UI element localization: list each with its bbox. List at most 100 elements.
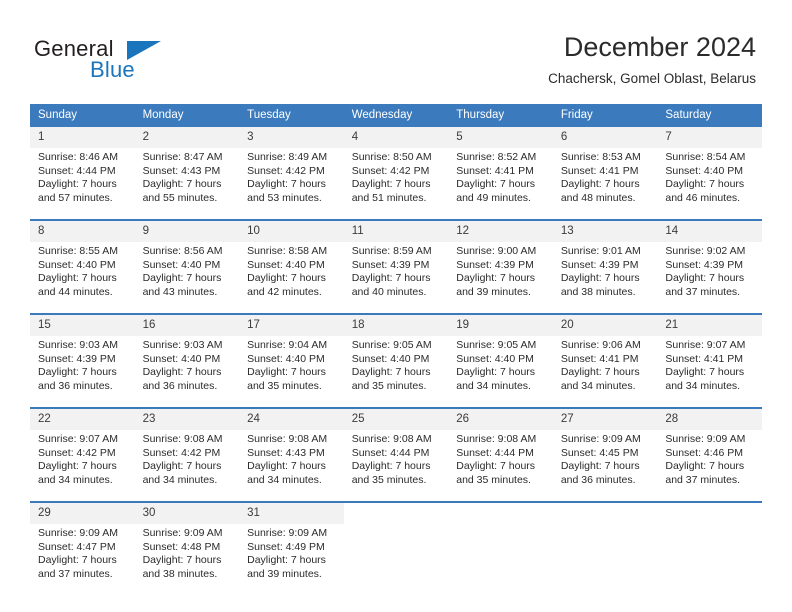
day-daylight2-text: and 34 minutes. bbox=[38, 473, 113, 486]
day-sun-info: Sunrise: 8:52 AM Sunset: 4:41 PM Daylight:… bbox=[448, 148, 553, 219]
day-daylight2-text: and 48 minutes. bbox=[560, 191, 636, 204]
day-sun-info: Sunrise: 9:03 AM Sunset: 4:39 PM Daylight:… bbox=[30, 336, 135, 407]
day-number[interactable]: 18 bbox=[343, 315, 449, 336]
day-sun-info: Sunrise: 9:09 AM Sunset: 4:49 PM Daylight:… bbox=[239, 524, 344, 595]
day-number[interactable]: 10 bbox=[239, 221, 344, 242]
calendar-header-row: Sunday Monday Tuesday Wednesday Thursday Frid… bbox=[30, 104, 762, 127]
day-sunrise-text: Sunrise: 9:09 AM bbox=[38, 527, 118, 539]
calendar-body: 1 2 3 4 5 6 7 Sunrise: 8:46 AM Sunset: 4:44 PM Da… bbox=[30, 127, 762, 595]
day-sunrise-text: Sunrise: 9:01 AM bbox=[560, 245, 641, 257]
day-sunrise-text: Sunrise: 8:47 AM bbox=[142, 151, 223, 163]
day-number[interactable]: 4 bbox=[343, 127, 449, 148]
day-daylight1-text: Daylight: 7 hours bbox=[560, 366, 640, 379]
day-daylight1-text: Daylight: 7 hours bbox=[247, 460, 326, 473]
day-number[interactable]: 28 bbox=[657, 409, 762, 430]
day-number[interactable]: 22 bbox=[30, 409, 135, 430]
weekday-header-monday: Monday bbox=[134, 104, 240, 127]
day-number[interactable]: 29 bbox=[30, 503, 135, 524]
day-sun-info: Sunrise: 8:46 AM Sunset: 4:44 PM Daylight:… bbox=[30, 148, 135, 219]
day-sun-info: Sunrise: 9:04 AM Sunset: 4:40 PM Daylight:… bbox=[239, 336, 344, 407]
day-daylight2-text: and 35 minutes. bbox=[351, 379, 427, 392]
day-daylight2-text: and 39 minutes. bbox=[247, 567, 322, 580]
day-sun-info: Sunrise: 9:09 AM Sunset: 4:47 PM Daylight:… bbox=[30, 524, 135, 595]
day-number[interactable]: 23 bbox=[134, 409, 240, 430]
day-daylight2-text: and 42 minutes. bbox=[247, 285, 322, 298]
day-number[interactable]: 1 bbox=[30, 127, 135, 148]
day-sunset-text: Sunset: 4:39 PM bbox=[38, 352, 116, 365]
day-sun-info: Sunrise: 9:09 AM Sunset: 4:46 PM Daylight:… bbox=[657, 430, 762, 501]
day-number[interactable]: 2 bbox=[134, 127, 240, 148]
day-daylight1-text: Daylight: 7 hours bbox=[351, 272, 431, 285]
day-sunrise-text: Sunrise: 8:54 AM bbox=[665, 151, 746, 163]
day-sunset-text: Sunset: 4:41 PM bbox=[560, 164, 639, 177]
day-sun-info: Sunrise: 9:00 AM Sunset: 4:39 PM Daylight:… bbox=[448, 242, 553, 313]
day-daylight2-text: and 35 minutes. bbox=[247, 379, 322, 392]
day-sunrise-text: Sunrise: 9:09 AM bbox=[665, 433, 746, 445]
day-cell-empty bbox=[448, 503, 553, 524]
day-daylight1-text: Daylight: 7 hours bbox=[351, 366, 431, 379]
day-sunrise-text: Sunrise: 9:05 AM bbox=[456, 339, 537, 351]
day-number[interactable]: 27 bbox=[552, 409, 658, 430]
weekday-header-tuesday: Tuesday bbox=[239, 104, 344, 127]
week-info-row: Sunrise: 8:55 AM Sunset: 4:40 PM Daylight:… bbox=[30, 242, 762, 313]
day-sunset-text: Sunset: 4:39 PM bbox=[456, 258, 534, 271]
day-sun-info: Sunrise: 9:03 AM Sunset: 4:40 PM Daylight:… bbox=[134, 336, 240, 407]
day-sunrise-text: Sunrise: 9:09 AM bbox=[142, 527, 223, 539]
day-number[interactable]: 9 bbox=[134, 221, 240, 242]
day-sunrise-text: Sunrise: 8:50 AM bbox=[351, 151, 432, 163]
day-daylight2-text: and 51 minutes. bbox=[351, 191, 427, 204]
day-daylight1-text: Daylight: 7 hours bbox=[456, 178, 536, 191]
day-cell-empty bbox=[657, 503, 762, 524]
day-sunset-text: Sunset: 4:44 PM bbox=[351, 446, 430, 459]
day-number[interactable]: 25 bbox=[343, 409, 449, 430]
day-number[interactable]: 7 bbox=[657, 127, 762, 148]
day-daylight2-text: and 37 minutes. bbox=[38, 567, 113, 580]
general-blue-logo[interactable]: General Blue bbox=[34, 36, 224, 88]
day-number[interactable]: 16 bbox=[134, 315, 240, 336]
day-info-empty bbox=[552, 524, 658, 595]
day-number[interactable]: 11 bbox=[343, 221, 449, 242]
day-sun-info: Sunrise: 9:08 AM Sunset: 4:42 PM Daylight:… bbox=[134, 430, 240, 501]
day-daylight2-text: and 40 minutes. bbox=[351, 285, 427, 298]
day-number[interactable]: 15 bbox=[30, 315, 135, 336]
day-number[interactable]: 5 bbox=[448, 127, 553, 148]
day-number[interactable]: 31 bbox=[239, 503, 344, 524]
day-sunset-text: Sunset: 4:40 PM bbox=[351, 352, 430, 365]
day-sunrise-text: Sunrise: 8:55 AM bbox=[38, 245, 118, 257]
day-sunset-text: Sunset: 4:49 PM bbox=[247, 540, 325, 553]
day-number[interactable]: 21 bbox=[657, 315, 762, 336]
day-number[interactable]: 12 bbox=[448, 221, 553, 242]
day-number[interactable]: 6 bbox=[552, 127, 658, 148]
day-number[interactable]: 30 bbox=[134, 503, 240, 524]
day-sun-info: Sunrise: 9:08 AM Sunset: 4:44 PM Daylight:… bbox=[448, 430, 553, 501]
day-number[interactable]: 17 bbox=[239, 315, 344, 336]
day-daylight2-text: and 38 minutes. bbox=[560, 285, 636, 298]
day-number[interactable]: 19 bbox=[448, 315, 553, 336]
day-number[interactable]: 20 bbox=[552, 315, 658, 336]
day-sunrise-text: Sunrise: 9:09 AM bbox=[560, 433, 641, 445]
day-sunrise-text: Sunrise: 9:08 AM bbox=[247, 433, 328, 445]
day-sun-info: Sunrise: 9:07 AM Sunset: 4:42 PM Daylight:… bbox=[30, 430, 135, 501]
day-sunrise-text: Sunrise: 9:09 AM bbox=[247, 527, 328, 539]
day-sunrise-text: Sunrise: 9:08 AM bbox=[142, 433, 223, 445]
day-number[interactable]: 14 bbox=[657, 221, 762, 242]
week-daynumber-row: 22 23 24 25 26 27 28 bbox=[30, 409, 762, 430]
day-sunrise-text: Sunrise: 8:46 AM bbox=[38, 151, 118, 163]
day-number[interactable]: 24 bbox=[239, 409, 344, 430]
day-daylight2-text: and 34 minutes. bbox=[456, 379, 531, 392]
day-number[interactable]: 8 bbox=[30, 221, 135, 242]
day-sun-info: Sunrise: 8:50 AM Sunset: 4:42 PM Daylight:… bbox=[343, 148, 449, 219]
day-number[interactable]: 3 bbox=[239, 127, 344, 148]
day-info-empty bbox=[343, 524, 449, 595]
day-sun-info: Sunrise: 9:06 AM Sunset: 4:41 PM Daylight:… bbox=[552, 336, 658, 407]
day-info-empty bbox=[657, 524, 762, 595]
day-sun-info: Sunrise: 9:05 AM Sunset: 4:40 PM Daylight:… bbox=[448, 336, 553, 407]
day-sunset-text: Sunset: 4:44 PM bbox=[456, 446, 534, 459]
day-sunrise-text: Sunrise: 9:07 AM bbox=[665, 339, 746, 351]
day-sun-info: Sunrise: 9:09 AM Sunset: 4:45 PM Daylight:… bbox=[552, 430, 658, 501]
day-number[interactable]: 13 bbox=[552, 221, 658, 242]
day-sunrise-text: Sunrise: 9:06 AM bbox=[560, 339, 641, 351]
day-daylight1-text: Daylight: 7 hours bbox=[38, 366, 117, 379]
day-number[interactable]: 26 bbox=[448, 409, 553, 430]
day-daylight2-text: and 53 minutes. bbox=[247, 191, 322, 204]
